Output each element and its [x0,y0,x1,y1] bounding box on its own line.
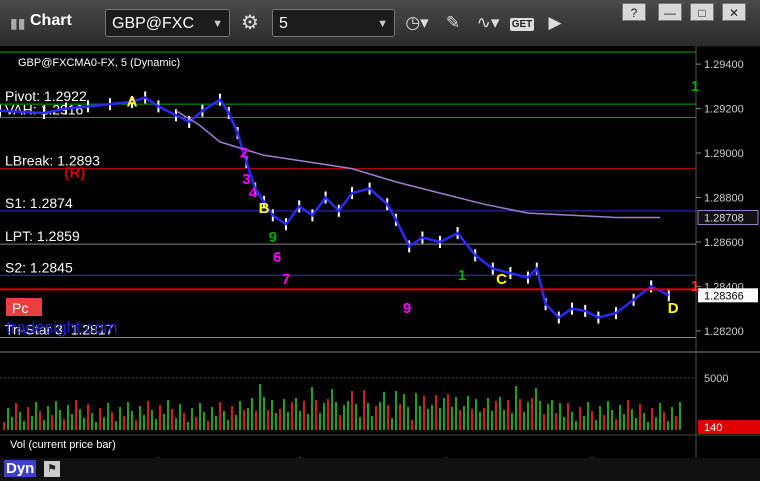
ma-tag-label: 1.28708 [704,213,744,225]
volume-last-label: 140 [704,422,722,434]
y-tick-label: 1.29200 [704,104,744,116]
annotation-label: 1 [691,78,699,95]
annotation-label: 1 [691,278,699,295]
volume-tick-label: 5000 [704,373,728,385]
bottom-bar: Dyn ⚑ [0,458,760,481]
pc-label: Pc [12,300,28,316]
annotation-label: 1 [458,267,466,284]
y-tick-label: 1.28200 [704,326,744,338]
instrument-label: GBP@FXCMA0-FX, 5 (Dynamic) [18,57,180,69]
annotation-label: (R) [64,164,85,181]
level-label: S1: 1.2874 [5,195,73,211]
annotation-label: 4 [249,185,258,202]
annotation-label: 9 [269,229,277,246]
chart-area: 1.294001.292001.290001.288001.286001.284… [0,46,760,475]
annotation-label: B [259,200,270,217]
lock-icon[interactable]: ⚑ [44,461,60,477]
annotation-label: 6 [273,249,281,266]
y-tick-label: 1.29400 [704,59,744,71]
volume-label: Vol (current price bar) [10,439,116,451]
level-label: LPT: 1.2859 [5,228,80,244]
annotation-label: D [668,300,679,317]
watermark: tradesight.com [6,318,118,337]
last-price-label: 1.28366 [704,290,744,302]
y-tick-label: 1.29000 [704,148,744,160]
annotation-label: 2 [240,144,248,161]
annotation-label: 7 [282,271,290,288]
annotation-label: A [127,93,138,110]
y-tick-label: 1.28800 [704,193,744,205]
dyn-label: Dyn [4,460,37,477]
annotation-label: 9 [403,300,411,317]
annotation-label: C [496,271,507,288]
level-label: S2: 1.2845 [5,259,73,275]
level-label: LBreak: 1.2893 [5,153,100,169]
y-tick-label: 1.28600 [704,237,744,249]
